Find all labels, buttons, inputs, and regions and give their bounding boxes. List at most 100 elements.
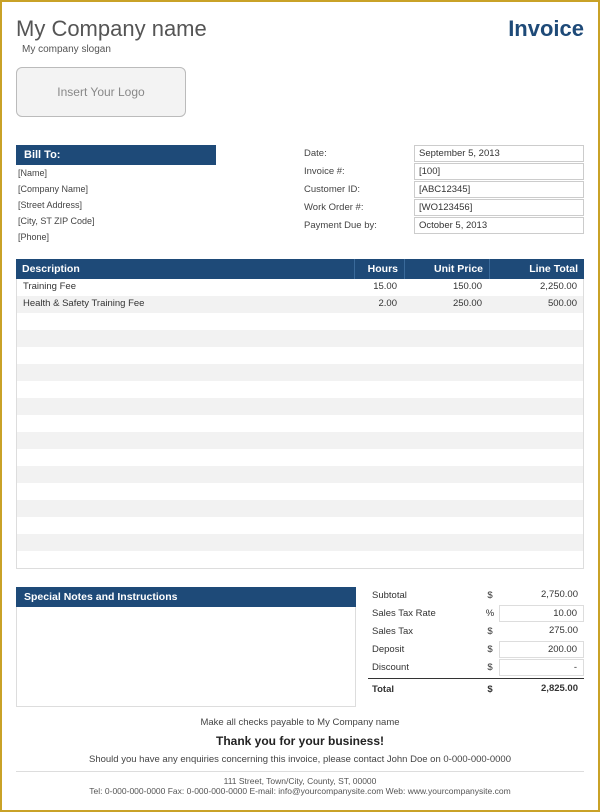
cell-hours[interactable] — [353, 330, 403, 347]
items-table: Description Hours Unit Price Line Total … — [16, 259, 584, 569]
meta-value-workorder[interactable]: [WO123456] — [414, 199, 584, 216]
cell-description[interactable] — [17, 398, 353, 415]
cell-unit-price[interactable] — [403, 313, 488, 330]
cell-description[interactable] — [17, 534, 353, 551]
tax-value: 275.00 — [499, 623, 584, 640]
table-row — [17, 364, 583, 381]
enquiries-text: Should you have any enquiries concerning… — [16, 754, 584, 765]
thanks-text: Thank you for your business! — [16, 734, 584, 748]
cell-hours[interactable] — [353, 449, 403, 466]
subtotal-value: 2,750.00 — [499, 587, 584, 604]
cell-description[interactable] — [17, 551, 353, 568]
table-row — [17, 466, 583, 483]
table-row — [17, 415, 583, 432]
cell-unit-price[interactable] — [403, 466, 488, 483]
cell-description[interactable] — [17, 466, 353, 483]
cell-unit-price[interactable] — [403, 330, 488, 347]
meta-value-due[interactable]: October 5, 2013 — [414, 217, 584, 234]
cell-unit-price[interactable] — [403, 483, 488, 500]
cell-description[interactable] — [17, 381, 353, 398]
bill-to-city: [City, ST ZIP Code] — [16, 213, 216, 229]
cell-hours[interactable]: 15.00 — [353, 279, 403, 296]
cell-line-total — [488, 415, 583, 432]
cell-description[interactable] — [17, 500, 353, 517]
taxrate-value[interactable]: 10.00 — [499, 605, 584, 622]
company-slogan: My company slogan — [22, 44, 207, 55]
cell-description[interactable] — [17, 313, 353, 330]
cell-description[interactable] — [17, 432, 353, 449]
cell-unit-price[interactable]: 250.00 — [403, 296, 488, 313]
cell-line-total — [488, 551, 583, 568]
total-label: Total — [368, 682, 481, 697]
bill-to-street: [Street Address] — [16, 197, 216, 213]
table-row: Training Fee15.00150.002,250.00 — [17, 279, 583, 296]
cell-unit-price[interactable] — [403, 551, 488, 568]
discount-value[interactable]: - — [499, 659, 584, 676]
meta-value-customer[interactable]: [ABC12345] — [414, 181, 584, 198]
discount-sym: $ — [481, 662, 499, 673]
cell-unit-price[interactable] — [403, 449, 488, 466]
cell-unit-price[interactable] — [403, 381, 488, 398]
meta-label-date: Date: — [304, 148, 414, 159]
tax-sym: $ — [481, 626, 499, 637]
bill-to-name: [Name] — [16, 165, 216, 181]
cell-hours[interactable] — [353, 398, 403, 415]
cell-hours[interactable] — [353, 313, 403, 330]
discount-label: Discount — [368, 660, 481, 675]
table-row — [17, 500, 583, 517]
cell-unit-price[interactable]: 150.00 — [403, 279, 488, 296]
cell-hours[interactable] — [353, 364, 403, 381]
cell-hours[interactable] — [353, 551, 403, 568]
cell-hours[interactable] — [353, 381, 403, 398]
col-header-line-total: Line Total — [489, 259, 584, 279]
cell-hours[interactable] — [353, 432, 403, 449]
cell-hours[interactable] — [353, 534, 403, 551]
bill-to-company: [Company Name] — [16, 181, 216, 197]
cell-line-total — [488, 347, 583, 364]
cell-description[interactable]: Health & Safety Training Fee — [17, 296, 353, 313]
cell-hours[interactable]: 2.00 — [353, 296, 403, 313]
table-row — [17, 432, 583, 449]
cell-description[interactable] — [17, 517, 353, 534]
cell-hours[interactable] — [353, 483, 403, 500]
meta-value-date[interactable]: September 5, 2013 — [414, 145, 584, 162]
col-header-hours: Hours — [354, 259, 404, 279]
col-header-unit-price: Unit Price — [404, 259, 489, 279]
cell-description[interactable] — [17, 330, 353, 347]
notes-body[interactable] — [16, 607, 356, 707]
col-header-description: Description — [16, 259, 354, 279]
tax-label: Sales Tax — [368, 624, 481, 639]
cell-unit-price[interactable] — [403, 415, 488, 432]
total-value: 2,825.00 — [499, 681, 584, 698]
cell-unit-price[interactable] — [403, 500, 488, 517]
deposit-label: Deposit — [368, 642, 481, 657]
cell-description[interactable] — [17, 364, 353, 381]
cell-description[interactable]: Training Fee — [17, 279, 353, 296]
cell-line-total — [488, 517, 583, 534]
cell-unit-price[interactable] — [403, 364, 488, 381]
cell-description[interactable] — [17, 449, 353, 466]
table-row — [17, 330, 583, 347]
cell-unit-price[interactable] — [403, 534, 488, 551]
cell-hours[interactable] — [353, 517, 403, 534]
taxrate-sym: % — [481, 608, 499, 619]
cell-description[interactable] — [17, 347, 353, 364]
cell-line-total — [488, 500, 583, 517]
deposit-value[interactable]: 200.00 — [499, 641, 584, 658]
cell-unit-price[interactable] — [403, 347, 488, 364]
cell-description[interactable] — [17, 483, 353, 500]
cell-hours[interactable] — [353, 415, 403, 432]
invoice-title: Invoice — [508, 16, 584, 42]
cell-unit-price[interactable] — [403, 398, 488, 415]
cell-description[interactable] — [17, 415, 353, 432]
cell-unit-price[interactable] — [403, 517, 488, 534]
logo-placeholder[interactable]: Insert Your Logo — [16, 67, 186, 117]
cell-hours[interactable] — [353, 466, 403, 483]
cell-hours[interactable] — [353, 347, 403, 364]
cell-hours[interactable] — [353, 500, 403, 517]
table-row — [17, 347, 583, 364]
cell-unit-price[interactable] — [403, 432, 488, 449]
meta-value-invoice[interactable]: [100] — [414, 163, 584, 180]
cell-line-total — [488, 449, 583, 466]
total-sym: $ — [481, 684, 499, 695]
